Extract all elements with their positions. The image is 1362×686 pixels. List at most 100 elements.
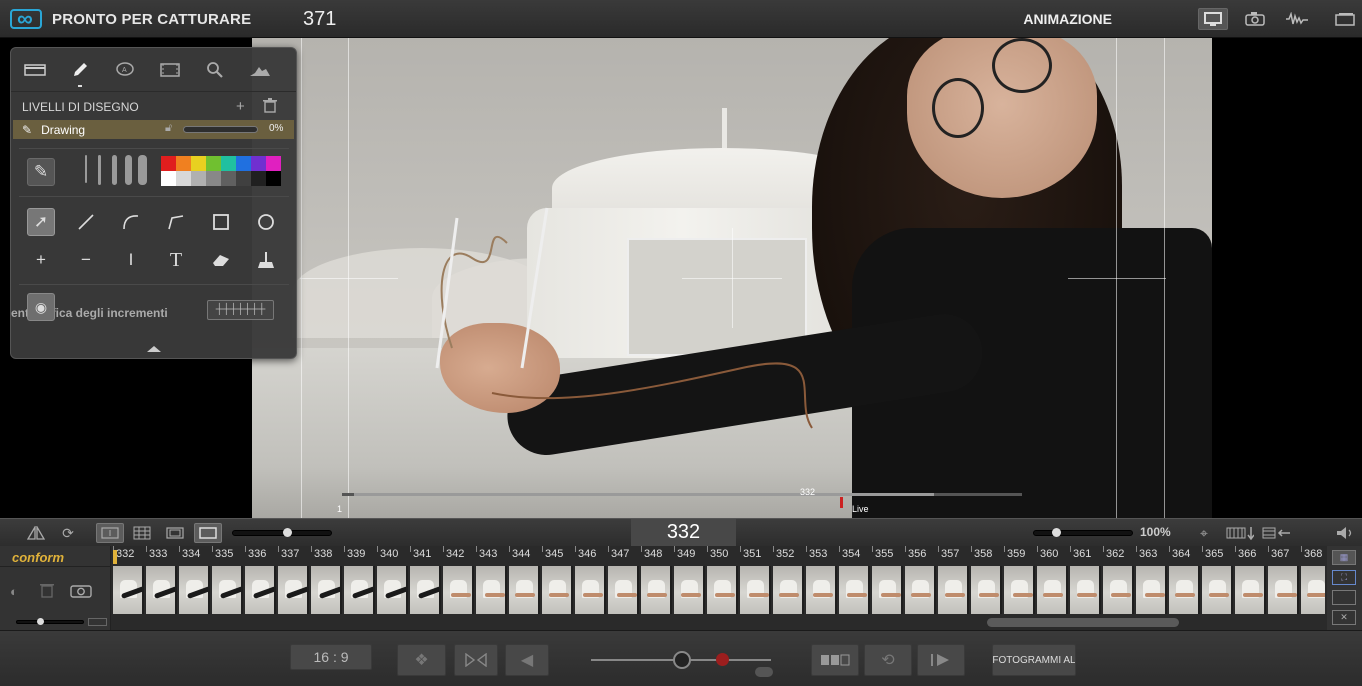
frame-thumbnail[interactable] (377, 566, 408, 614)
visibility-toggle-icon[interactable]: ◐ (10, 584, 18, 599)
frame-thumbnail[interactable] (212, 566, 243, 614)
color-swatch[interactable] (266, 156, 281, 171)
frame-thumbnail[interactable] (773, 566, 804, 614)
previous-frame-icon[interactable]: ◀ (505, 644, 549, 676)
blank-frame-icon[interactable] (1332, 590, 1356, 605)
frame-thumbnail[interactable] (707, 566, 738, 614)
frame-thumbnail[interactable] (971, 566, 1002, 614)
color-swatch[interactable] (266, 171, 281, 186)
frame-thumbnail[interactable] (575, 566, 606, 614)
frame-thumbnail[interactable] (1070, 566, 1101, 614)
fit-frames-icon[interactable]: ⛶ (1332, 570, 1356, 585)
lock-icon[interactable]: 🔓︎ (165, 122, 172, 135)
histogram-icon[interactable] (246, 58, 274, 82)
polyline-tool-icon[interactable] (162, 208, 190, 236)
frame-thumbnail[interactable] (443, 566, 474, 614)
color-swatch[interactable] (161, 156, 176, 171)
camera-icon[interactable] (1240, 8, 1270, 30)
safe-area-icon[interactable] (161, 523, 189, 543)
refresh-icon[interactable]: ⟳ (54, 523, 82, 543)
windows-icon[interactable] (1330, 8, 1360, 30)
frame-thumbnail[interactable] (1202, 566, 1233, 614)
frame-thumbnail[interactable] (1169, 566, 1200, 614)
trash-icon[interactable] (263, 98, 277, 117)
view-frames-icon[interactable]: ▦ (1332, 550, 1356, 565)
zoom-slider[interactable] (1033, 528, 1133, 537)
toggle-switch[interactable] (755, 667, 773, 677)
collapse-panel-icon[interactable] (147, 346, 161, 352)
select-tool-icon[interactable]: ➚ (27, 208, 55, 236)
pencil-tab-icon[interactable] (66, 58, 94, 87)
crosshair-icon[interactable]: ⌖ (1190, 523, 1218, 543)
frame-thumbnail[interactable] (311, 566, 342, 614)
frame-tab-icon[interactable] (21, 58, 49, 82)
frame-thumbnail[interactable] (113, 566, 144, 614)
rectangle-tool-icon[interactable] (207, 208, 235, 236)
current-frame-display[interactable]: 332 (631, 519, 736, 547)
color-swatch[interactable] (221, 171, 236, 186)
frame-thumbnail[interactable] (674, 566, 705, 614)
add-layer-icon[interactable]: + (236, 98, 245, 115)
frame-thumbnail[interactable] (905, 566, 936, 614)
color-swatch[interactable] (206, 171, 221, 186)
thumb-size-slider[interactable] (16, 618, 84, 625)
frame-thumbnail[interactable] (542, 566, 573, 614)
film-insert-icon[interactable] (1226, 523, 1254, 543)
playhead-marker[interactable] (113, 550, 117, 564)
frame-thumbnail[interactable] (839, 566, 870, 614)
filmstrip-scrollbar[interactable] (987, 618, 1179, 627)
frame-thumbnail[interactable] (806, 566, 837, 614)
ellipse-tool-icon[interactable] (252, 208, 280, 236)
brush-size-1[interactable] (85, 155, 87, 183)
eye-icon[interactable]: ◉ (27, 293, 55, 321)
loop-points-icon[interactable] (454, 644, 498, 676)
frame-thumbnail[interactable] (641, 566, 672, 614)
record-marker[interactable] (716, 653, 729, 666)
color-swatch[interactable] (206, 156, 221, 171)
frame-thumbnail[interactable] (278, 566, 309, 614)
close-view-icon[interactable]: ✕ (1332, 610, 1356, 625)
frame-thumbnail[interactable] (146, 566, 177, 614)
color-swatch[interactable] (251, 171, 266, 186)
text-tool-icon[interactable]: T (162, 246, 190, 274)
frame-thumbnail[interactable] (740, 566, 771, 614)
increment-ruler[interactable]: ┼┼┼┼┼┼┼ (207, 300, 274, 320)
frame-thumbnail[interactable] (410, 566, 441, 614)
frame-thumbnail[interactable] (245, 566, 276, 614)
center-view-icon[interactable] (96, 523, 124, 543)
eraser-tool-icon[interactable] (207, 246, 235, 274)
loop-icon[interactable]: ⟲ (864, 644, 912, 676)
speed-knob[interactable] (673, 651, 691, 669)
color-swatch[interactable] (161, 171, 176, 186)
live-video-frame[interactable]: 1 332 Live (252, 38, 1212, 518)
cursor-tool-icon[interactable]: I (117, 246, 145, 274)
film-back-icon[interactable] (1262, 523, 1290, 543)
frame-thumbnail[interactable] (1235, 566, 1266, 614)
color-swatch[interactable] (191, 156, 206, 171)
frame-thumbnail[interactable] (938, 566, 969, 614)
plus-tool-icon[interactable]: + (27, 246, 55, 274)
zoom-icon[interactable] (201, 58, 229, 82)
frame-thumbnail[interactable] (1136, 566, 1167, 614)
curve-tool-icon[interactable] (117, 208, 145, 236)
fullscreen-icon[interactable] (194, 523, 222, 543)
capture-camera-icon[interactable] (70, 583, 92, 603)
opacity-slider[interactable] (232, 528, 332, 537)
brush-size-3[interactable] (112, 155, 117, 185)
color-swatch[interactable] (176, 171, 191, 186)
display-icon[interactable] (1198, 8, 1228, 30)
film-icon[interactable] (156, 58, 184, 82)
playback-scrubber[interactable] (342, 493, 1022, 496)
layer-row-drawing[interactable]: ✎ Drawing 🔓︎ 0% (13, 120, 294, 139)
brush-size-2[interactable] (98, 155, 101, 185)
pencil-color-icon[interactable]: ✎ (27, 158, 55, 186)
frame-thumbnail[interactable] (179, 566, 210, 614)
play-to-end-icon[interactable] (917, 644, 965, 676)
frame-thumbnail[interactable] (344, 566, 375, 614)
minus-tool-icon[interactable]: − (72, 246, 100, 274)
layer-opacity-slider[interactable] (183, 126, 258, 133)
color-swatch[interactable] (236, 171, 251, 186)
frame-thumbnail[interactable] (476, 566, 507, 614)
brush-size-4[interactable] (125, 155, 132, 185)
frame-thumbnail[interactable] (509, 566, 540, 614)
